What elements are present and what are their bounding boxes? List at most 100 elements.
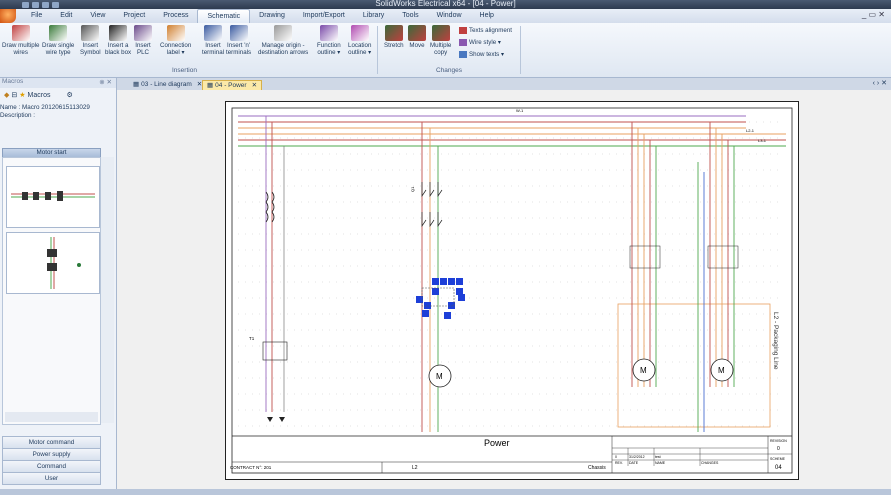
ribbon-button-move[interactable]: Move — [408, 25, 426, 49]
ribbon-button-insert-plc[interactable]: Insert PLC — [134, 25, 152, 56]
revision-value: test — [655, 455, 661, 459]
selection-grip — [448, 278, 455, 285]
chassis-label: Chassis — [588, 465, 606, 471]
transformer-label: T1 — [249, 336, 255, 341]
window-controls[interactable]: _ ▭ ✕ — [862, 10, 885, 19]
ribbon-button-insert-a-black-box[interactable]: Insert a black box — [105, 25, 131, 56]
macro-thumbnail[interactable] — [6, 232, 100, 294]
tab-help[interactable]: Help — [471, 9, 503, 23]
revision-header: NAME — [655, 461, 666, 465]
tab-view[interactable]: View — [81, 9, 114, 23]
ribbon-icon — [229, 25, 248, 41]
macro-list-icon[interactable]: ⊟ — [11, 91, 17, 99]
contactor-symbol — [707, 245, 739, 269]
vertical-scrollbar[interactable] — [101, 157, 114, 423]
star-icon[interactable]: ★ — [19, 91, 25, 99]
tab-importexport[interactable]: Import/Export — [294, 9, 354, 23]
motor-label: M — [640, 366, 647, 375]
changes-group-label: Changes — [436, 67, 463, 74]
schematic-sheet[interactable]: W-1 L2-1 L3-1 T1 Q1 M L2 - Packaging Line M M Pow… — [225, 101, 799, 480]
arrow-terminal — [279, 417, 285, 422]
ribbon-icon — [350, 25, 369, 41]
macros-tab-label[interactable]: Macros — [28, 92, 51, 99]
macro-thumbnails — [2, 157, 101, 425]
macro-tree-icon[interactable]: ◆ — [4, 91, 9, 99]
wire-label: W-1 — [516, 108, 524, 113]
tab-nav-arrows[interactable]: ‹ › ✕ — [873, 79, 887, 87]
tab-line-diagram[interactable]: ▦ 03 - Line diagram ✕ — [129, 80, 206, 90]
selection-grip — [432, 278, 439, 285]
ribbon-icon — [204, 25, 222, 41]
ribbon-icon — [49, 25, 68, 41]
revision-value: 31/2/2012 — [629, 455, 645, 459]
macros-panel: Macros ⊗ ✕ ◆ ⊟ ★ Macros ⚙ Name : Macro 20… — [0, 78, 117, 495]
selection-grip — [424, 302, 431, 309]
document-tabs: ▦ 03 - Line diagram ✕ ▦ 04 - Power ✕ ‹ › ✕ — [117, 78, 891, 91]
ribbon-button-stretch[interactable]: Stretch — [384, 25, 404, 49]
revision-header: CHANGES — [701, 461, 719, 465]
wire-style-button[interactable]: Wire style ▾ — [459, 39, 501, 46]
ribbon-icon — [384, 25, 403, 41]
tab-tools[interactable]: Tools — [393, 9, 427, 23]
show-texts-button[interactable]: Show texts ▾ — [459, 51, 504, 58]
scheme-label: SCHEME — [770, 457, 786, 461]
macro-name: Name : Macro 20120615113029 — [0, 104, 90, 111]
ribbon-icon — [274, 25, 293, 41]
ribbon-icon — [431, 25, 450, 41]
function-outline-label: L2 - Packaging Line — [772, 312, 779, 370]
selection-grip — [456, 278, 463, 285]
status-bar — [0, 489, 891, 495]
macros-toolbar: ◆ ⊟ ★ Macros ⚙ — [0, 88, 116, 102]
ribbon-button-draw-single-wire-type[interactable]: Draw single wire type — [42, 25, 74, 56]
revision-value: 0 — [615, 455, 617, 459]
ribbon-button-connection-label[interactable]: Connection label ▾ — [160, 25, 191, 56]
ribbon-button-multiple[interactable]: Multiple copy — [430, 25, 451, 56]
category-user[interactable]: User — [2, 472, 101, 485]
window-title: SolidWorks Electrical x64 - [04 - Power] — [375, 0, 516, 8]
application-menu-button[interactable] — [0, 9, 16, 23]
revision-header: DATE — [629, 461, 639, 465]
component-tag: Q1 — [410, 186, 415, 192]
ribbon-button-insert-terminal[interactable]: Insert terminal — [202, 25, 224, 56]
tab-drawing[interactable]: Drawing — [250, 9, 294, 23]
revision-header: REV. — [615, 461, 623, 465]
sheet-frame — [231, 107, 793, 474]
tab-schematic[interactable]: Schematic — [197, 9, 251, 23]
tab-process[interactable]: Process — [154, 9, 197, 23]
tab-window[interactable]: Window — [428, 9, 471, 23]
selection-grip — [440, 278, 447, 285]
macro-description: Description : — [0, 112, 35, 119]
tab-library[interactable]: Library — [354, 9, 393, 23]
motor-label: M — [436, 372, 443, 381]
arrow-terminal — [267, 417, 273, 422]
settings-icon[interactable]: ⚙ — [67, 91, 73, 99]
panel-close-icon[interactable]: ⊗ ✕ — [99, 78, 112, 86]
sheet-title: Power — [484, 438, 510, 448]
drawing-icon: ▦ — [133, 81, 140, 88]
texts-alignment-button[interactable]: Texts alignment — [459, 27, 512, 34]
selection-grip — [444, 312, 451, 319]
macro-thumbnail[interactable] — [6, 166, 100, 228]
tab-project[interactable]: Project — [114, 9, 154, 23]
ribbon-icon — [81, 25, 100, 41]
ribbon-icon — [408, 25, 426, 41]
contact-symbol — [429, 182, 435, 228]
ribbon-button-draw-multiple-wires[interactable]: Draw multiple wires — [2, 25, 39, 56]
macro-preview-2 — [47, 237, 81, 289]
contact-symbol — [437, 182, 443, 228]
tab-file[interactable]: File — [22, 9, 51, 23]
motor-label: M — [718, 366, 725, 375]
ribbon-button-manage-origin-destination-arrows[interactable]: Manage origin - destination arrows — [258, 25, 308, 56]
ribbon-button-insert-symbol[interactable]: Insert Symbol — [80, 25, 101, 56]
schematic-drawing[interactable]: W-1 L2-1L3-1 T1 Q1 M L2 - Packaging Line M M Pow… — [226, 102, 798, 479]
ribbon-button-location-outline[interactable]: Location outline ▾ — [348, 25, 371, 56]
ribbon-button-insert-n-terminals[interactable]: Insert 'n' terminals — [226, 25, 251, 56]
tab-edit[interactable]: Edit — [51, 9, 81, 23]
horizontal-scrollbar[interactable] — [5, 412, 98, 422]
ribbon-separator — [377, 26, 378, 74]
revision-label: REVISION — [770, 439, 787, 443]
ribbon-button-function-outline[interactable]: Function outline ▾ — [317, 25, 341, 56]
selection-grip — [432, 288, 439, 295]
ribbon-icon — [11, 25, 30, 41]
wire-label: L2-1 — [746, 128, 755, 133]
